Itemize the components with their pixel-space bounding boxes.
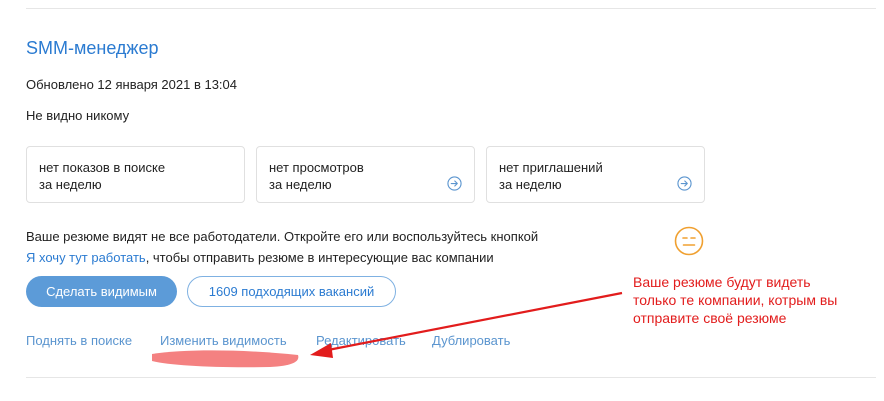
duplicate-link[interactable]: Дублировать [432, 333, 510, 348]
make-visible-button[interactable]: Сделать видимым [26, 276, 177, 307]
bottom-divider [26, 377, 876, 378]
updated-date: Обновлено 12 января 2021 в 13:04 [26, 77, 238, 92]
notice-text: Ваше резюме видят не все работодатели. О… [26, 229, 539, 244]
stat-card-views[interactable]: нет просмотров за неделю [256, 146, 475, 203]
annotation-callout: Ваше резюме будут видеть только те компа… [633, 273, 878, 327]
arrow-right-circle-icon[interactable] [677, 176, 692, 191]
stat-card-invitations[interactable]: нет приглашений за неделю [486, 146, 705, 203]
raise-in-search-link[interactable]: Поднять в поиске [26, 333, 132, 348]
stat-card-search-shows: нет показов в поиске за неделю [26, 146, 245, 203]
matching-vacancies-button[interactable]: 1609 подходящих вакансий [187, 276, 396, 307]
callout-line: Ваше резюме будут видеть [633, 274, 811, 290]
neutral-face-icon [674, 226, 704, 256]
notice-text-end: , чтобы отправить резюме в интересующие … [145, 250, 494, 265]
visibility-status: Не видно никому [26, 108, 130, 123]
stat-period: за неделю [39, 177, 102, 192]
top-divider [26, 8, 876, 9]
visibility-notice: Ваше резюме видят не все работодатели. О… [26, 226, 646, 268]
highlight-mark [152, 350, 299, 368]
edit-link[interactable]: Редактировать [316, 333, 406, 348]
stat-label: нет приглашений [499, 160, 603, 175]
callout-line: только те компании, котрым вы [633, 292, 838, 308]
arrow-right-circle-icon[interactable] [447, 176, 462, 191]
stat-label: нет просмотров [269, 160, 364, 175]
stat-period: за неделю [499, 177, 562, 192]
change-visibility-link[interactable]: Изменить видимость [160, 333, 287, 348]
callout-line: отправите своё резюме [633, 310, 787, 326]
resume-title[interactable]: SMM-менеджер [26, 38, 159, 59]
stat-label: нет показов в поиске [39, 160, 166, 175]
stat-period: за неделю [269, 177, 332, 192]
want-to-work-here-link[interactable]: Я хочу тут работать [26, 250, 146, 265]
